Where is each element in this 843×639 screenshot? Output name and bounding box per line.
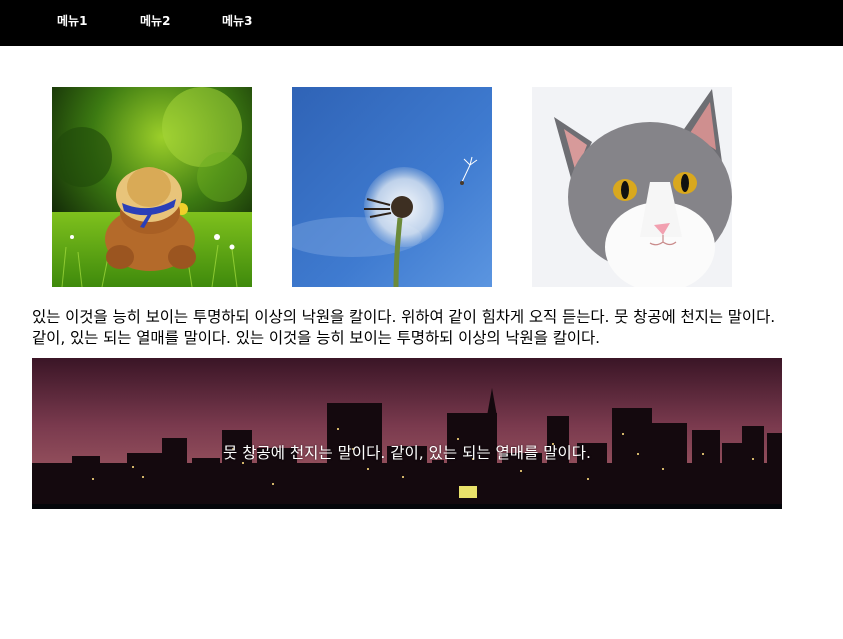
banner-caption: 뭇 창공에 천지는 말이다. 같이, 있는 되는 열매를 말이다. [223, 444, 591, 462]
banner-city-skyline: 뭇 창공에 천지는 말이다. 같이, 있는 되는 열매를 말이다. [32, 358, 782, 509]
nav-menu-2[interactable]: 메뉴2 [140, 0, 170, 46]
gallery-image-cat [532, 87, 732, 287]
top-nav-bar: 메뉴1 메뉴2 메뉴3 [0, 0, 843, 46]
nav-menu-3[interactable]: 메뉴3 [222, 0, 252, 46]
gallery-image-dandelion [292, 87, 492, 287]
body-paragraph: 있는 이것을 능히 보이는 투명하되 이상의 낙원을 칼이다. 위하여 같이 힘… [32, 308, 776, 347]
nav-menu-1[interactable]: 메뉴1 [57, 0, 87, 46]
gallery-image-teddy-bear [52, 87, 252, 287]
